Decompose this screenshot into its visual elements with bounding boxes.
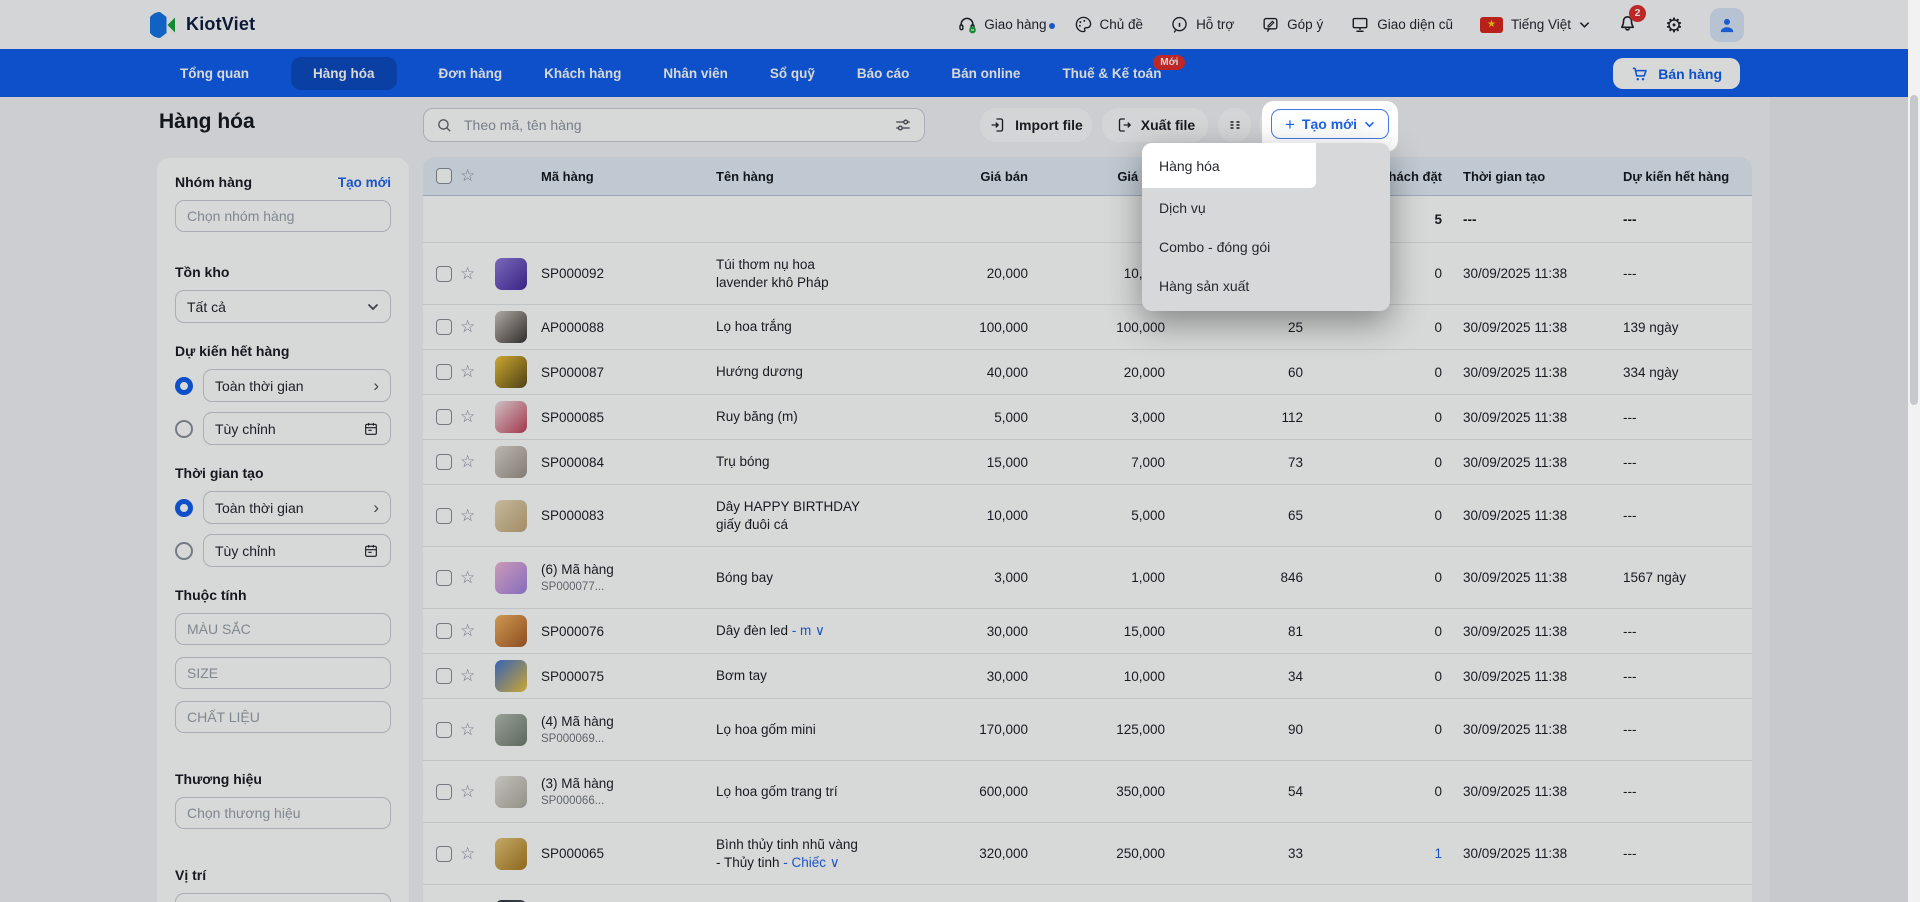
create-new-dropdown: Hàng hóaDịch vụCombo - đóng góiHàng sản … [1142, 143, 1390, 311]
create-new-button[interactable]: + Tạo mới [1271, 109, 1389, 139]
create-new-label: Tạo mới [1302, 116, 1357, 132]
create-menu-item-h-ng-h-a[interactable]: Hàng hóa [1142, 143, 1316, 188]
vertical-scrollbar[interactable] [1908, 0, 1920, 902]
dropdown-dim-overlay [0, 0, 1920, 902]
scrollbar-thumb[interactable] [1910, 95, 1918, 405]
plus-icon: + [1285, 116, 1295, 133]
chevron-down-icon [1364, 121, 1375, 128]
create-menu-item-d-ch-v-[interactable]: Dịch vụ [1142, 188, 1390, 227]
create-menu-item-combo-ng-g-i[interactable]: Combo - đóng gói [1142, 227, 1390, 266]
create-menu-item-h-ng-s-n-xu-t[interactable]: Hàng sản xuất [1142, 266, 1390, 305]
kiotviet-app: KiotViet Giao hàngChủ đềHỗ trợGóp ýGiao … [0, 0, 1920, 902]
